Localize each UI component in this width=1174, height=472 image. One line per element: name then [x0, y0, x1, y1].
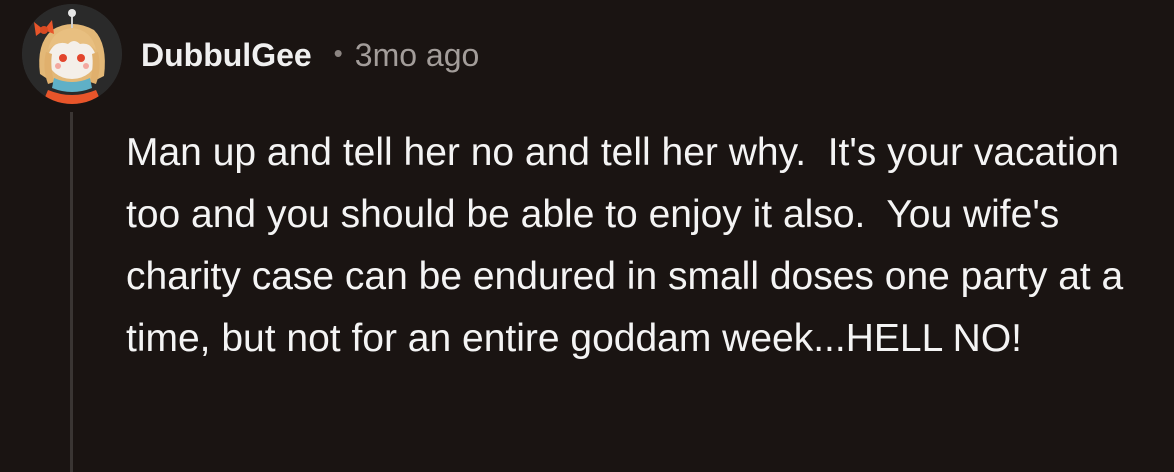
snoo-avatar-icon — [22, 4, 122, 104]
timestamp[interactable]: 3mo ago — [355, 37, 480, 74]
avatar[interactable] — [22, 4, 122, 104]
thread-line[interactable] — [70, 112, 73, 472]
comment-header: DubbulGee • 3mo ago — [141, 30, 479, 80]
separator-dot: • — [333, 37, 343, 68]
comment-body: Man up and tell her no and tell her why.… — [126, 131, 1135, 360]
username-link[interactable]: DubbulGee — [141, 37, 312, 74]
